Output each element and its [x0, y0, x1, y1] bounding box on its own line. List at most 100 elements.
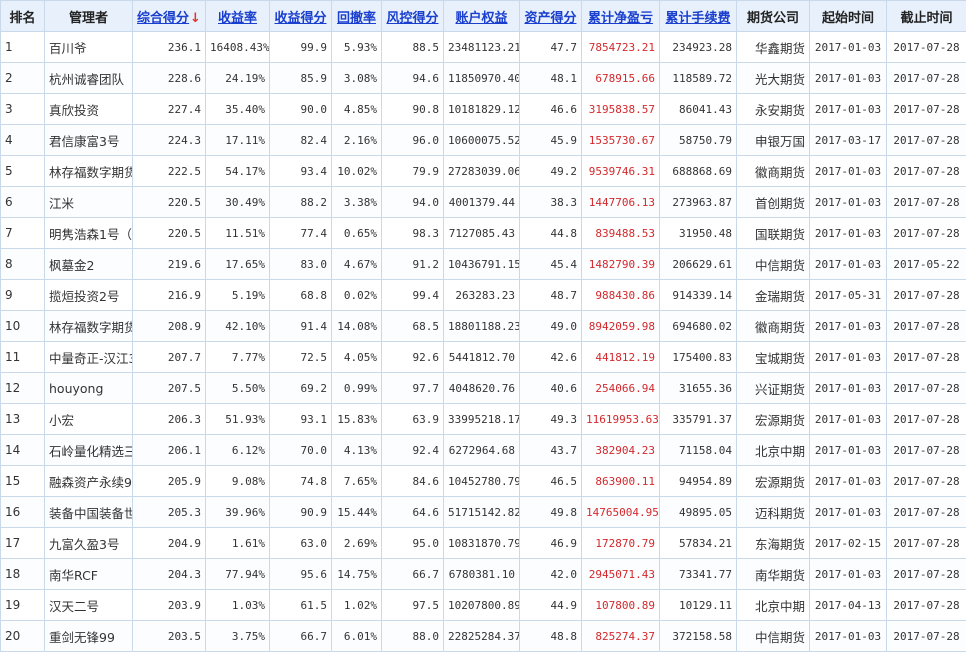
cell-start-date: 2017-01-03: [809, 341, 887, 373]
cell-manager-link[interactable]: 林存福数字期货: [44, 155, 133, 187]
cell-return-score: 85.9: [269, 62, 332, 94]
cell-return-rate: 17.11%: [205, 124, 270, 156]
sort-by-return-rate[interactable]: 收益率: [205, 0, 270, 32]
cell-manager-link[interactable]: 重剑无锋99: [44, 620, 133, 652]
table-row: 11 中量奇正-汉江3 207.7 7.77% 72.5 4.05% 92.6 5441812…: [0, 341, 966, 373]
cell-start-date: 2017-01-03: [809, 155, 887, 187]
cell-score: 216.9: [132, 279, 206, 311]
cell-company: 华鑫期货: [736, 31, 810, 63]
cell-manager-link[interactable]: 杭州诚睿团队: [44, 62, 133, 94]
cell-asset-score: 45.4: [519, 248, 582, 280]
cell-equity: 6272964.68: [443, 434, 520, 466]
cell-fees: 694680.02: [659, 310, 737, 342]
cell-manager-link[interactable]: 石岭量化精选三: [44, 434, 133, 466]
cell-fees: 94954.89: [659, 465, 737, 497]
cell-risk-score: 94.0: [381, 186, 444, 218]
cell-manager-link[interactable]: 中量奇正-汉江3: [44, 341, 133, 373]
cell-company: 北京中期: [736, 589, 810, 621]
cell-drawdown: 15.83%: [331, 403, 382, 435]
cell-equity: 33995218.17: [443, 403, 520, 435]
cell-manager-link[interactable]: 明隽浩森1号（I: [44, 217, 133, 249]
cell-return-score: 99.9: [269, 31, 332, 63]
cell-manager-link[interactable]: 揽烜投资2号: [44, 279, 133, 311]
cell-start-date: 2017-01-03: [809, 496, 887, 528]
sort-by-score[interactable]: 综合得分↓: [132, 0, 206, 32]
cell-drawdown: 2.16%: [331, 124, 382, 156]
cell-score: 236.1: [132, 31, 206, 63]
cell-score: 205.9: [132, 465, 206, 497]
sort-by-equity[interactable]: 账户权益: [443, 0, 520, 32]
cell-asset-score: 42.6: [519, 341, 582, 373]
cell-manager-link[interactable]: 林存福数字期货: [44, 310, 133, 342]
cell-manager-link[interactable]: 装备中国装备世: [44, 496, 133, 528]
cell-return-rate: 9.08%: [205, 465, 270, 497]
cell-rank: 7: [0, 217, 45, 249]
cell-manager-link[interactable]: 南华RCF: [44, 558, 133, 590]
cell-return-rate: 5.50%: [205, 372, 270, 404]
cell-manager-link[interactable]: 汉天二号: [44, 589, 133, 621]
cell-rank: 17: [0, 527, 45, 559]
cell-risk-score: 97.7: [381, 372, 444, 404]
cell-asset-score: 46.9: [519, 527, 582, 559]
cell-manager-link[interactable]: 真欣投资: [44, 93, 133, 125]
cell-rank: 18: [0, 558, 45, 590]
cell-manager-link[interactable]: 融森资产永续99: [44, 465, 133, 497]
cell-rank: 8: [0, 248, 45, 280]
cell-rank: 20: [0, 620, 45, 652]
sort-descending-icon: ↓: [190, 10, 201, 26]
cell-score: 220.5: [132, 186, 206, 218]
cell-drawdown: 0.65%: [331, 217, 382, 249]
cell-rank: 14: [0, 434, 45, 466]
sort-by-risk-score[interactable]: 风控得分: [381, 0, 444, 32]
cell-risk-score: 90.8: [381, 93, 444, 125]
cell-rank: 11: [0, 341, 45, 373]
cell-equity: 4048620.76: [443, 372, 520, 404]
cell-risk-score: 68.5: [381, 310, 444, 342]
cell-return-score: 72.5: [269, 341, 332, 373]
cell-manager-link[interactable]: 百川爷: [44, 31, 133, 63]
cell-end-date: 2017-07-28: [886, 372, 966, 404]
cell-manager-link[interactable]: 小宏: [44, 403, 133, 435]
cell-return-score: 61.5: [269, 589, 332, 621]
sort-by-asset-score[interactable]: 资产得分: [519, 0, 582, 32]
cell-equity: 263283.23: [443, 279, 520, 311]
cell-end-date: 2017-07-28: [886, 62, 966, 94]
cell-manager-link[interactable]: 君信康富3号: [44, 124, 133, 156]
cell-return-score: 88.2: [269, 186, 332, 218]
cell-end-date: 2017-07-28: [886, 465, 966, 497]
cell-fees: 49895.05: [659, 496, 737, 528]
cell-end-date: 2017-07-28: [886, 124, 966, 156]
cell-company: 北京中期: [736, 434, 810, 466]
cell-end-date: 2017-07-28: [886, 620, 966, 652]
cell-equity: 10207800.89: [443, 589, 520, 621]
cell-manager-link[interactable]: 江米: [44, 186, 133, 218]
table-row: 2 杭州诚睿团队 228.6 24.19% 85.9 3.08% 94.6 11850970.…: [0, 62, 966, 94]
table-row: 20 重剑无锋99 203.5 3.75% 66.7 6.01% 88.0 22825284.…: [0, 620, 966, 652]
sort-by-return-score[interactable]: 收益得分: [269, 0, 332, 32]
cell-net-profit: 7854723.21: [581, 31, 660, 63]
cell-risk-score: 63.9: [381, 403, 444, 435]
cell-asset-score: 43.7: [519, 434, 582, 466]
cell-net-profit: 172870.79: [581, 527, 660, 559]
cell-risk-score: 98.3: [381, 217, 444, 249]
cell-net-profit: 107800.89: [581, 589, 660, 621]
cell-score: 206.1: [132, 434, 206, 466]
sort-by-fees[interactable]: 累计手续费: [659, 0, 737, 32]
table-row: 4 君信康富3号 224.3 17.11% 82.4 2.16% 96.0 10600075.…: [0, 124, 966, 156]
cell-company: 宏源期货: [736, 465, 810, 497]
cell-drawdown: 14.08%: [331, 310, 382, 342]
table-row: 19 汉天二号 203.9 1.03% 61.5 1.02% 97.5 10207800.89…: [0, 589, 966, 621]
sort-by-net-profit[interactable]: 累计净盈亏: [581, 0, 660, 32]
cell-end-date: 2017-07-28: [886, 589, 966, 621]
cell-score: 227.4: [132, 93, 206, 125]
cell-manager-link[interactable]: 九富久盈3号: [44, 527, 133, 559]
cell-end-date: 2017-05-22: [886, 248, 966, 280]
cell-risk-score: 64.6: [381, 496, 444, 528]
header-company: 期货公司: [736, 0, 810, 32]
table-row: 14 石岭量化精选三 206.1 6.12% 70.0 4.13% 92.4 6272964.…: [0, 434, 966, 466]
cell-manager-link[interactable]: 枫墓金2: [44, 248, 133, 280]
cell-equity: 18801188.23: [443, 310, 520, 342]
cell-manager-link[interactable]: houyong: [44, 372, 133, 404]
cell-drawdown: 1.02%: [331, 589, 382, 621]
sort-by-drawdown[interactable]: 回撤率: [331, 0, 382, 32]
